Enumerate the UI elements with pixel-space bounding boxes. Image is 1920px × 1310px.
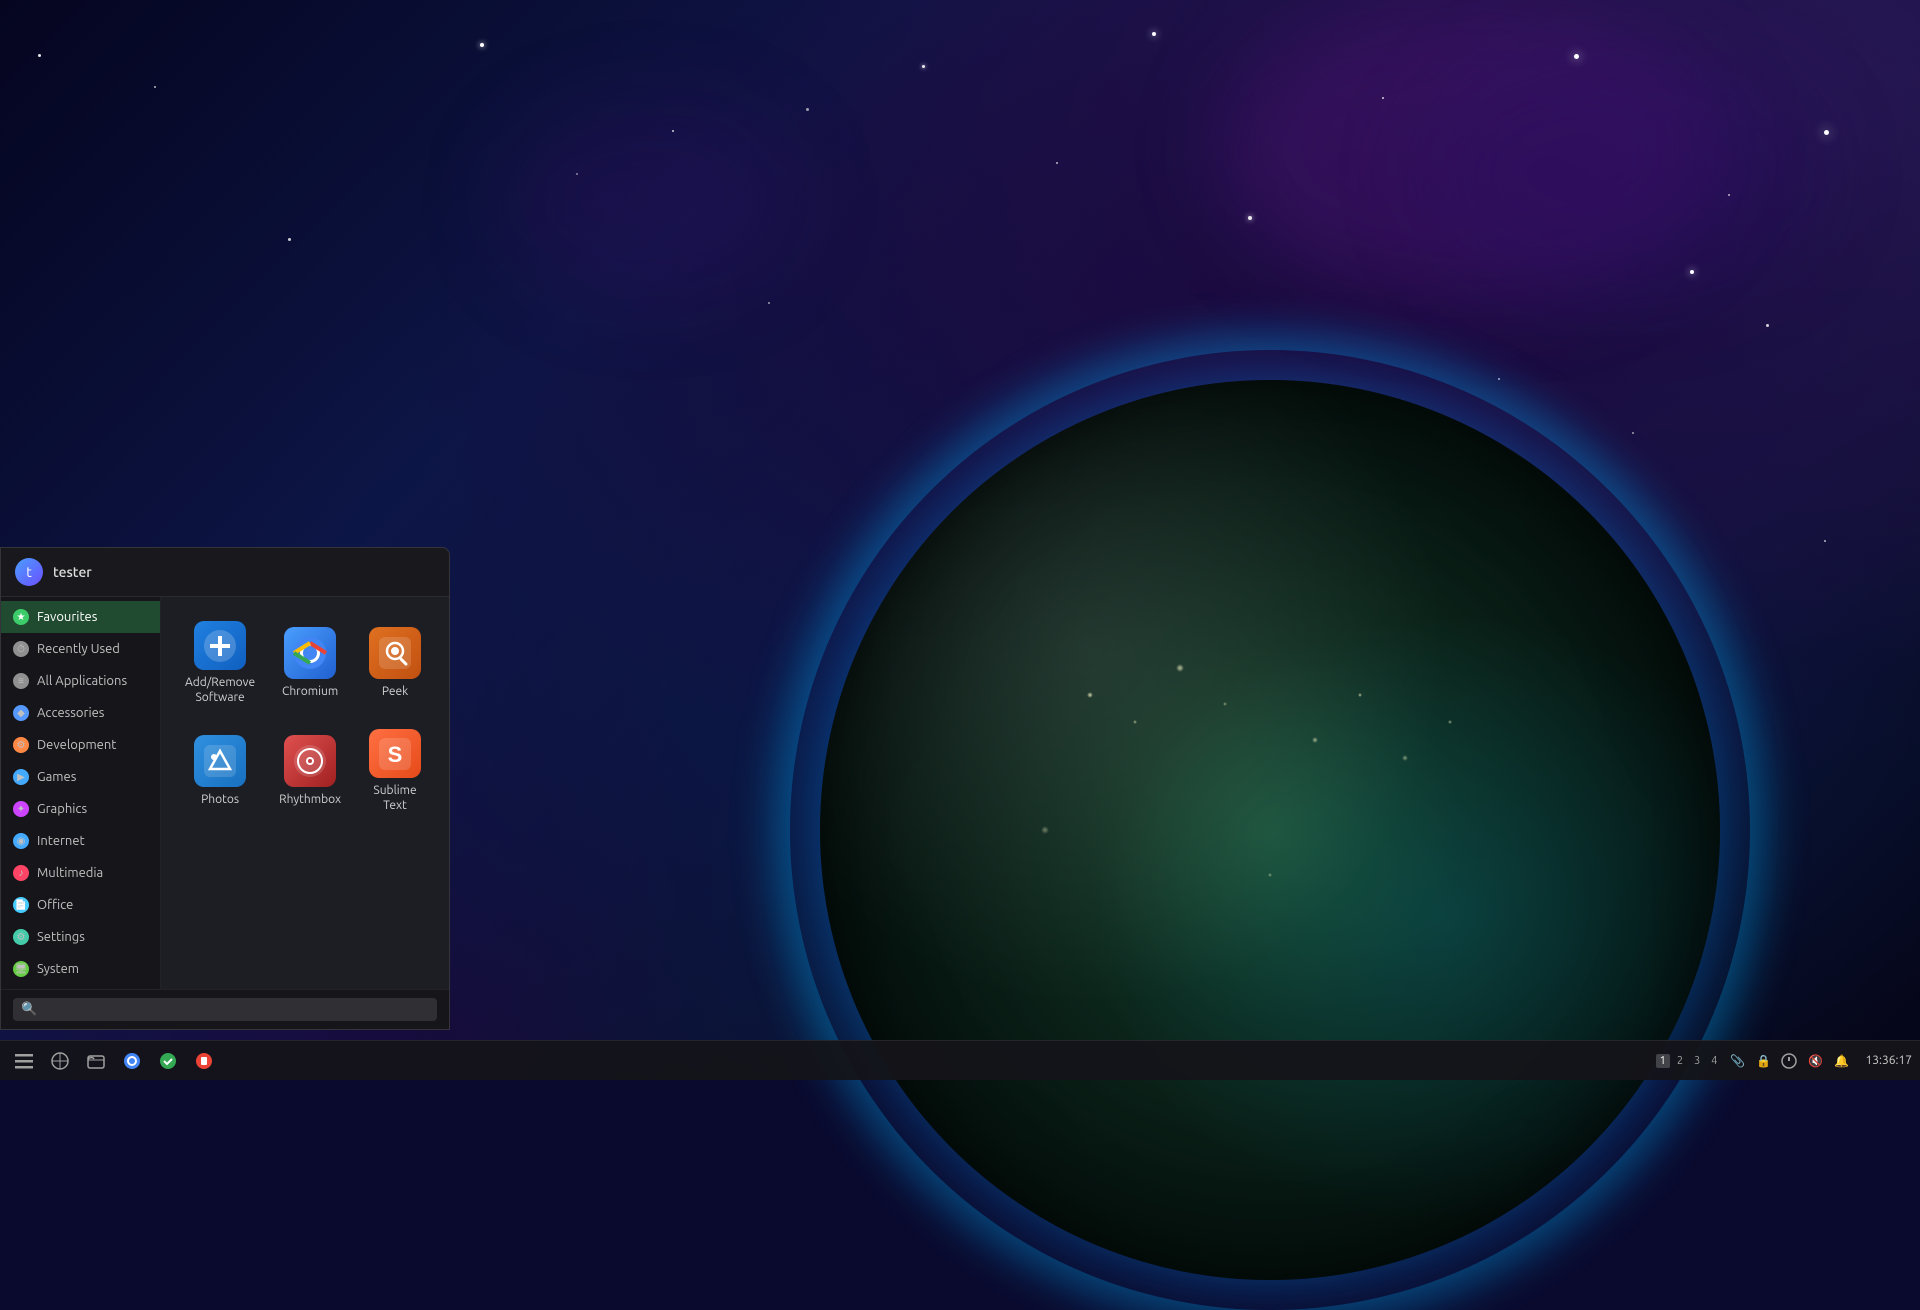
sidebar-item-all-applications[interactable]: ≡ All Applications bbox=[1, 665, 160, 697]
username-label: tester bbox=[53, 564, 92, 580]
system-time: 13:36:17 bbox=[1865, 1054, 1912, 1067]
sidebar-label-multimedia: Multimedia bbox=[37, 866, 103, 880]
sidebar-item-system[interactable]: 🖥 System bbox=[1, 953, 160, 985]
workspace-3[interactable]: 3 bbox=[1690, 1054, 1704, 1068]
sidebar-label-system: System bbox=[37, 962, 79, 976]
development-icon: ⚙ bbox=[13, 737, 29, 753]
taskbar-browser-button[interactable] bbox=[44, 1045, 76, 1077]
multimedia-icon: ♪ bbox=[13, 865, 29, 881]
sidebar-label-all-applications: All Applications bbox=[37, 674, 127, 688]
taskbar-chromium-button[interactable] bbox=[116, 1045, 148, 1077]
workspace-1[interactable]: 1 bbox=[1656, 1054, 1670, 1068]
earth-glow bbox=[790, 350, 1750, 1310]
sidebar-item-games[interactable]: ▶ Games bbox=[1, 761, 160, 793]
taskbar-extra-button[interactable] bbox=[188, 1045, 220, 1077]
app-label-photos: Photos bbox=[201, 793, 239, 807]
app-item-rhythmbox[interactable]: Rhythmbox bbox=[271, 721, 349, 821]
app-label-rhythmbox: Rhythmbox bbox=[279, 793, 341, 807]
app-label-peek: Peek bbox=[382, 685, 408, 699]
internet-icon: ◉ bbox=[13, 833, 29, 849]
app-item-add-remove-software[interactable]: Add/RemoveSoftware bbox=[177, 613, 263, 713]
sidebar-label-accessories: Accessories bbox=[37, 706, 104, 720]
sidebar-label-development: Development bbox=[37, 738, 116, 752]
accessories-icon: ◆ bbox=[13, 705, 29, 721]
office-icon: 📄 bbox=[13, 897, 29, 913]
search-icon: 🔍 bbox=[21, 1002, 37, 1017]
favourites-icon: ★ bbox=[13, 609, 29, 625]
sidebar-item-graphics[interactable]: ✦ Graphics bbox=[1, 793, 160, 825]
app-item-sublime-text[interactable]: S Sublime Text bbox=[357, 721, 433, 821]
taskbar-app-menu-button[interactable] bbox=[8, 1045, 40, 1077]
system-tray: 1 2 3 4 📎 🔒 🔇 🔔 13:36:17 bbox=[1656, 1051, 1912, 1071]
app-icon-photos bbox=[194, 735, 246, 787]
sidebar-item-accessories[interactable]: ◆ Accessories bbox=[1, 697, 160, 729]
svg-text:S: S bbox=[388, 742, 403, 767]
sidebar-label-favourites: Favourites bbox=[37, 610, 97, 624]
system-icon: 🖥 bbox=[13, 961, 29, 977]
tray-notification-icon[interactable]: 🔔 bbox=[1831, 1051, 1851, 1071]
taskbar-files-button[interactable] bbox=[80, 1045, 112, 1077]
tray-lock-icon[interactable]: 🔒 bbox=[1753, 1051, 1773, 1071]
sidebar-item-settings[interactable]: ⚙ Settings bbox=[1, 921, 160, 953]
search-input[interactable] bbox=[43, 1002, 429, 1017]
app-grid: Add/RemoveSoftware Chromium bbox=[161, 597, 449, 989]
games-icon: ▶ bbox=[13, 769, 29, 785]
sidebar-label-office: Office bbox=[37, 898, 73, 912]
menu-sidebar: ★ Favourites ⏱ Recently Used ≡ All Appli… bbox=[1, 597, 161, 989]
app-item-chromium[interactable]: Chromium bbox=[271, 613, 349, 713]
search-input-wrapper[interactable]: 🔍 bbox=[13, 998, 437, 1021]
menu-header: t tester bbox=[1, 548, 449, 597]
menu-body: ★ Favourites ⏱ Recently Used ≡ All Appli… bbox=[1, 597, 449, 989]
avatar-letter: t bbox=[26, 564, 32, 580]
app-icon-rhythmbox bbox=[284, 735, 336, 787]
tray-volume-icon[interactable]: 🔇 bbox=[1805, 1051, 1825, 1071]
app-item-peek[interactable]: Peek bbox=[357, 613, 433, 713]
taskbar-another-button[interactable] bbox=[152, 1045, 184, 1077]
app-label-chromium: Chromium bbox=[282, 685, 338, 699]
application-menu: t tester ★ Favourites ⏱ Recently Used ≡ … bbox=[0, 547, 450, 1030]
sidebar-item-development[interactable]: ⚙ Development bbox=[1, 729, 160, 761]
workspace-4[interactable]: 4 bbox=[1707, 1054, 1721, 1068]
sidebar-item-office[interactable]: 📄 Office bbox=[1, 889, 160, 921]
tray-paperclip-icon[interactable]: 📎 bbox=[1727, 1051, 1747, 1071]
recently-used-icon: ⏱ bbox=[13, 641, 29, 657]
app-item-photos[interactable]: Photos bbox=[177, 721, 263, 821]
app-icon-chromium bbox=[284, 627, 336, 679]
user-avatar: t bbox=[15, 558, 43, 586]
all-applications-icon: ≡ bbox=[13, 673, 29, 689]
app-label-sublime-text: Sublime Text bbox=[365, 784, 425, 813]
graphics-icon: ✦ bbox=[13, 801, 29, 817]
workspace-2[interactable]: 2 bbox=[1673, 1054, 1687, 1068]
app-icon-sublime-text: S bbox=[369, 729, 421, 778]
taskbar: 1 2 3 4 📎 🔒 🔇 🔔 13:36:17 bbox=[0, 1040, 1920, 1080]
tray-power-icon[interactable] bbox=[1779, 1051, 1799, 1071]
sidebar-item-recently-used[interactable]: ⏱ Recently Used bbox=[1, 633, 160, 665]
settings-icon: ⚙ bbox=[13, 929, 29, 945]
app-label-add-remove-software: Add/RemoveSoftware bbox=[185, 676, 255, 705]
sidebar-label-graphics: Graphics bbox=[37, 802, 87, 816]
sidebar-label-games: Games bbox=[37, 770, 76, 784]
sidebar-label-internet: Internet bbox=[37, 834, 85, 848]
app-icon-peek bbox=[369, 627, 421, 679]
sidebar-label-recently-used: Recently Used bbox=[37, 642, 120, 656]
sidebar-item-favourites[interactable]: ★ Favourites bbox=[1, 601, 160, 633]
sidebar-item-internet[interactable]: ◉ Internet bbox=[1, 825, 160, 857]
menu-search-bar: 🔍 bbox=[1, 989, 449, 1029]
sidebar-label-settings: Settings bbox=[37, 930, 85, 944]
app-icon-add-remove-software bbox=[194, 621, 246, 670]
sidebar-item-multimedia[interactable]: ♪ Multimedia bbox=[1, 857, 160, 889]
workspace-indicator: 1 2 3 4 bbox=[1656, 1054, 1722, 1068]
